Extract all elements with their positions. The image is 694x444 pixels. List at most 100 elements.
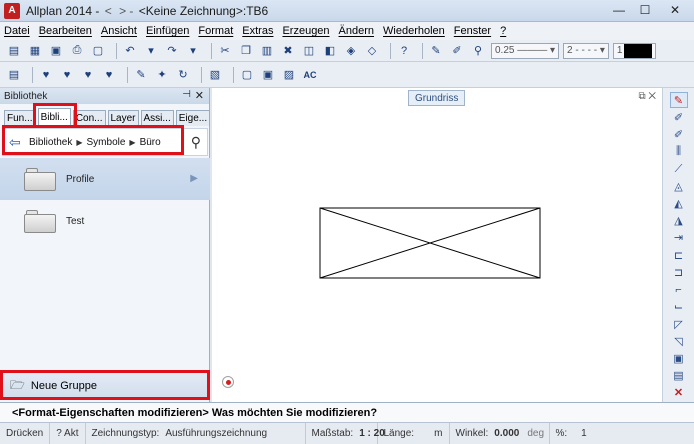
list-item-test[interactable]: Test	[0, 200, 210, 242]
new-group-button[interactable]: 🗁 Neue Gruppe	[0, 372, 210, 400]
tab-connect[interactable]: Con...	[72, 110, 106, 126]
menu-ansicht[interactable]: Ansicht	[101, 25, 137, 37]
maximize-button[interactable]: ☐	[632, 0, 658, 20]
tab-bibliothek[interactable]: Bibli...	[37, 108, 71, 126]
nav-back-arrow[interactable]: <	[105, 4, 112, 18]
view-icon[interactable]: ◫	[301, 43, 317, 59]
menu-wiederholen[interactable]: Wiederholen	[383, 25, 445, 37]
modify-icon[interactable]: ✎	[133, 67, 149, 83]
tool-chamfer-icon[interactable]: ◹	[670, 333, 688, 349]
status-percent[interactable]: %: 1	[550, 423, 593, 444]
tool-box-icon[interactable]: ▤	[670, 368, 688, 384]
heart-plus-icon[interactable]: ♥	[59, 67, 75, 83]
undo-icon[interactable]: ↶	[122, 43, 138, 59]
layer-filter-icon[interactable]: ▧	[207, 67, 223, 83]
help-icon[interactable]: ?	[396, 43, 412, 59]
back-arrow-icon[interactable]: ⇦	[9, 134, 29, 151]
preview-icon[interactable]: ▢	[90, 43, 106, 59]
layer-icon[interactable]: ◧	[322, 43, 338, 59]
menu-help[interactable]: ?	[500, 25, 506, 37]
pin-icon[interactable]: ⊣	[182, 89, 191, 100]
close-panel-icon[interactable]: ✕	[195, 89, 204, 102]
panel-header: Bibliothek ⊣ ✕	[0, 88, 209, 104]
status-length[interactable]: Länge: m	[378, 423, 450, 444]
tab-funktionen[interactable]: Fun...	[4, 110, 36, 126]
model-icon[interactable]: ◈	[343, 43, 359, 59]
tool-reflect-icon[interactable]: ◬	[670, 178, 688, 194]
list-icon[interactable]: ▤	[6, 67, 22, 83]
delete-icon[interactable]: ✕	[670, 385, 688, 401]
tab-assistenten[interactable]: Assi...	[140, 110, 174, 126]
right-toolbar: ✎ ✐ ✐ ⫼ ⟋ ◬ ◭ ◮ ⇥ ⊏ ⊐ ⌐ ⌙ ◸ ◹ ▣ ▤ ✕	[662, 88, 694, 402]
line-type-select[interactable]: 2 - - - - ▾	[563, 42, 609, 59]
properties-icon[interactable]: ✎	[428, 43, 444, 59]
open-icon[interactable]: ▦	[27, 43, 43, 59]
menu-erzeugen[interactable]: Erzeugen	[282, 25, 329, 37]
tool-join-icon[interactable]: ⌙	[670, 299, 688, 315]
minimize-button[interactable]: —	[606, 0, 632, 20]
window-controls: — ☐ ✕	[606, 0, 692, 20]
paste-icon[interactable]: ▥	[259, 43, 275, 59]
redo-icon[interactable]: ↷	[164, 43, 180, 59]
status-angle[interactable]: Winkel: 0.000 deg	[450, 423, 550, 444]
save-icon[interactable]: ▣	[48, 43, 64, 59]
copy-icon[interactable]: ❐	[238, 43, 254, 59]
tool-scale-icon[interactable]: ◮	[670, 213, 688, 229]
menu-aendern[interactable]: Ändern	[339, 25, 374, 37]
delete-icon[interactable]: ✖	[280, 43, 296, 59]
breadcrumb-symbole[interactable]: Symbole	[87, 137, 126, 148]
new-file-icon[interactable]: ▤	[6, 43, 22, 59]
heart-x-icon[interactable]: ♥	[101, 67, 117, 83]
cut-icon[interactable]: ✂	[217, 43, 233, 59]
menu-bearbeiten[interactable]: Bearbeiten	[39, 25, 92, 37]
menu-fenster[interactable]: Fenster	[454, 25, 491, 37]
tool-rotate-icon[interactable]: ◭	[670, 195, 688, 211]
chevron-right-icon[interactable]: ▶	[190, 173, 198, 184]
tab-eigenschaften[interactable]: Eige...	[175, 110, 211, 126]
search-icon[interactable]: ⚲	[191, 134, 201, 151]
tool-pin-icon[interactable]: ✐	[670, 109, 688, 125]
3d-icon[interactable]: ◇	[364, 43, 380, 59]
tool-extend-icon[interactable]: ⊐	[670, 264, 688, 280]
brush-icon[interactable]: ✦	[154, 67, 170, 83]
breadcrumb-buero[interactable]: Büro	[140, 137, 161, 148]
tool-stretch-icon[interactable]: ⇥	[670, 230, 688, 246]
status-scale[interactable]: Maßstab: 1 : 20	[306, 423, 385, 444]
pipette-icon[interactable]: ⚲	[470, 43, 486, 59]
pen-thickness-select[interactable]: 0.25 ——— ▾	[491, 42, 560, 59]
ac-text-icon[interactable]: AC	[302, 67, 318, 83]
nav-forward-arrow[interactable]: > -	[119, 4, 133, 18]
frame-edit-icon[interactable]: ▨	[281, 67, 297, 83]
frame-select-icon[interactable]: ▣	[260, 67, 276, 83]
angle-unit: deg	[527, 428, 545, 439]
tool-split-icon[interactable]: ⌐	[670, 282, 688, 298]
frame-icon[interactable]: ▢	[239, 67, 255, 83]
tool-offset-icon[interactable]: ⟋	[670, 161, 688, 177]
refresh-icon[interactable]: ↻	[175, 67, 191, 83]
dropdown-arrow-icon[interactable]: ▾	[143, 43, 159, 59]
tool-trim-icon[interactable]: ⊏	[670, 247, 688, 263]
tool-columns-icon[interactable]: ⫼	[670, 144, 688, 160]
tab-layer[interactable]: Layer	[107, 110, 139, 126]
color-select[interactable]: 1	[612, 42, 657, 59]
panel-tabs: Fun... Bibli... Con... Layer Assi... Eig…	[0, 106, 211, 126]
tool-edit-icon[interactable]: ▣	[670, 350, 688, 366]
pen-icon[interactable]: ✐	[449, 43, 465, 59]
close-button[interactable]: ✕	[658, 0, 692, 20]
menu-extras[interactable]: Extras	[242, 25, 273, 37]
tool-mirror-icon[interactable]: ✐	[670, 127, 688, 143]
drawing-canvas[interactable]: Grundriss ⧉ ✕	[212, 88, 662, 402]
list-item-profile[interactable]: Profile ▶	[0, 158, 210, 200]
menu-einfuegen[interactable]: Einfügen	[146, 25, 189, 37]
modify-pen-icon[interactable]: ✎	[669, 92, 688, 109]
heart-check-icon[interactable]: ♥	[38, 67, 54, 83]
window-title: Allplan 2014 - < > - <Keine Zeichnung>:T…	[26, 4, 268, 18]
breadcrumb-bibliothek[interactable]: Bibliothek	[29, 137, 72, 148]
tool-fillet-icon[interactable]: ◸	[670, 316, 688, 332]
menu-datei[interactable]: Datei	[4, 25, 30, 37]
status-drawing-type[interactable]: Zeichnungstyp: Ausführungszeichnung	[86, 423, 306, 444]
menu-format[interactable]: Format	[198, 25, 233, 37]
heart-minus-icon[interactable]: ♥	[80, 67, 96, 83]
dropdown-arrow-icon[interactable]: ▾	[185, 43, 201, 59]
print-icon[interactable]: ⎙	[69, 43, 85, 59]
